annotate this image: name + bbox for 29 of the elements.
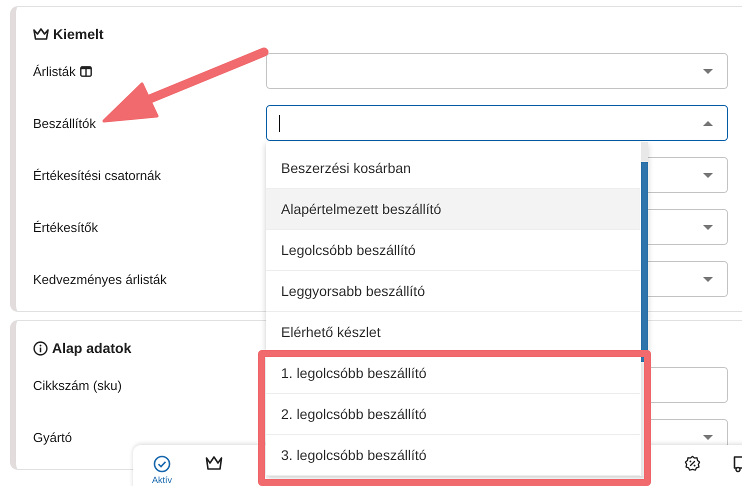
- dropdown-option[interactable]: Leggyorsabb beszállító: [266, 271, 640, 312]
- dropdown-option[interactable]: Elérhető készlet: [266, 312, 640, 353]
- nav-tab[interactable]: Aktív: [141, 445, 183, 486]
- select-field[interactable]: [266, 105, 728, 141]
- section-title: Alap adatok: [52, 340, 132, 356]
- field-label: Beszállítók: [33, 116, 96, 130]
- dropdown-option[interactable]: Legolcsóbb beszállító: [266, 230, 640, 271]
- percent-badge-icon: [684, 455, 700, 472]
- caret-down-icon: [703, 69, 713, 74]
- crown-icon: [33, 27, 49, 41]
- dropdown-option[interactable]: 2. legolcsóbb beszállító: [266, 394, 640, 435]
- caret-down-icon: [703, 435, 713, 440]
- field-label: Árlisták: [33, 64, 76, 78]
- check-circle-icon: [153, 455, 171, 473]
- field-label: Kedvezményes árlisták: [33, 272, 167, 286]
- caret-down-icon: [703, 225, 713, 230]
- section-title: Kiemelt: [53, 26, 104, 42]
- field-label: Értékesítési csatornák: [33, 168, 161, 182]
- caret-down-icon: [703, 277, 713, 282]
- dropdown-option[interactable]: Alapértelmezett beszállító: [266, 189, 640, 230]
- field-label: Gyártó: [33, 430, 72, 444]
- caret-down-icon: [703, 173, 713, 178]
- caret-up-icon: [703, 121, 713, 126]
- info-icon: [33, 340, 48, 356]
- field-label: Cikkszám (sku): [33, 378, 122, 392]
- select-field[interactable]: [266, 53, 728, 89]
- field-label: Értékesítők: [33, 220, 98, 234]
- dropdown-option[interactable]: 1. legolcsóbb beszállító: [266, 353, 640, 394]
- crown-icon: [205, 455, 223, 471]
